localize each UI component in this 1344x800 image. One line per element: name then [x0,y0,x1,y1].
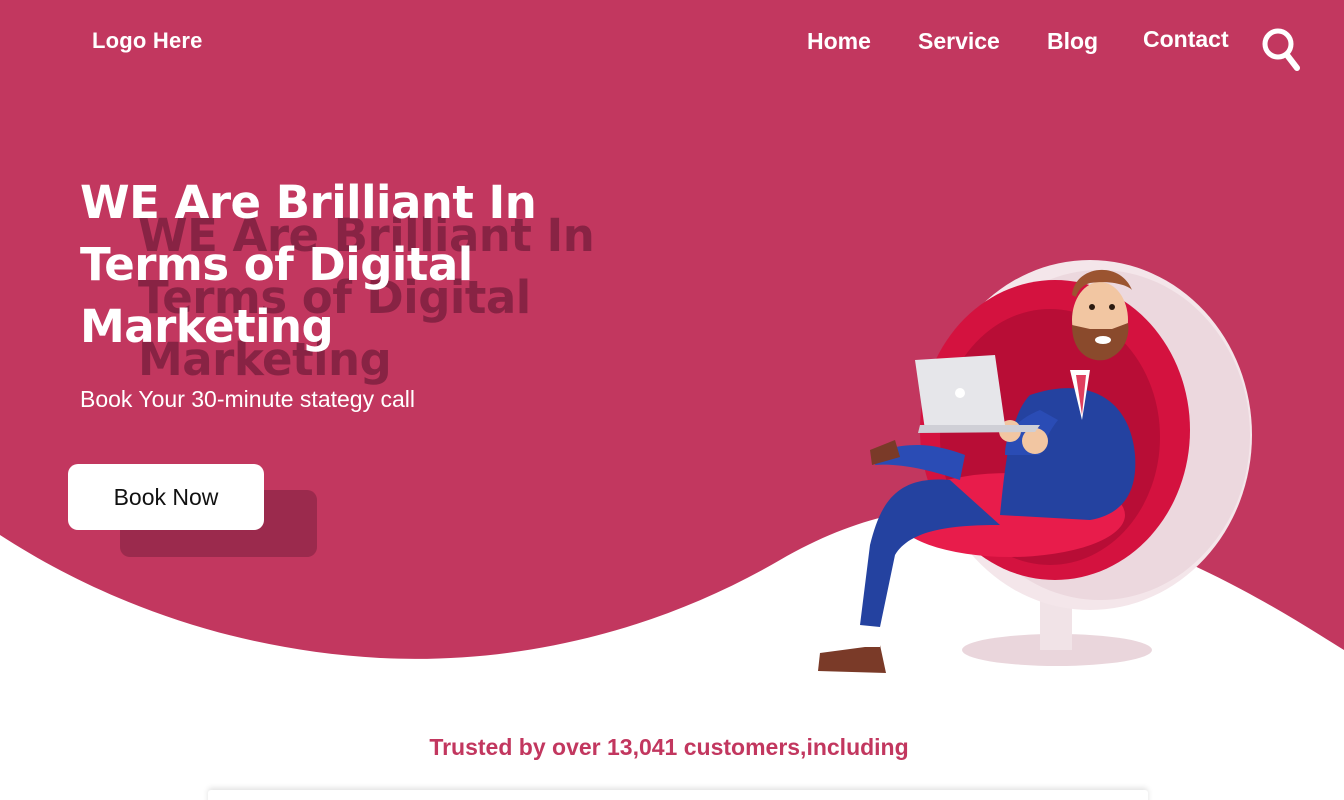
nav-home[interactable]: Home [807,28,871,55]
search-icon[interactable] [1260,24,1300,72]
hero-headline: WE Are Brilliant In Terms of Digital Mar… [80,176,537,353]
egg-chair-illustration [818,260,1252,673]
hero-subtitle: Book Your 30-minute stategy call [80,386,415,412]
nav-contact[interactable]: Contact [1143,26,1229,53]
nav-service[interactable]: Service [918,28,1000,55]
trusted-by-text: Trusted by over 13,041 customers,includi… [429,734,909,760]
logo[interactable]: Logo Here [92,28,203,54]
nav-blog[interactable]: Blog [1047,28,1098,55]
client-logos-card [208,790,1148,800]
landing-page: Logo Here Home Service Blog Contact WE A… [0,0,1344,800]
book-now-button[interactable]: Book Now [68,464,264,530]
